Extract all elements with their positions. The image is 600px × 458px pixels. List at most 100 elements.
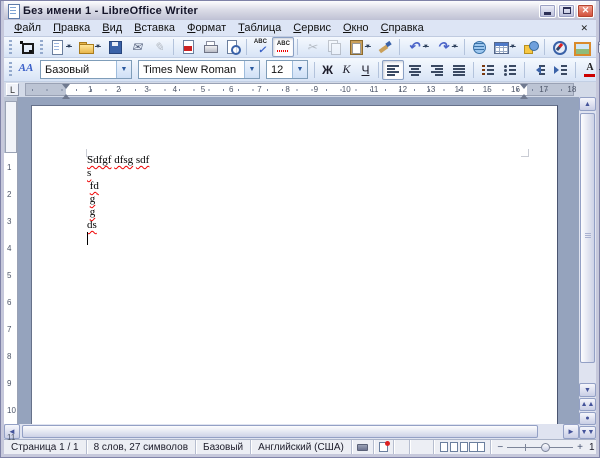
align-justify-button[interactable]: [448, 60, 470, 80]
close-document-icon[interactable]: ✕: [576, 23, 592, 34]
navigator-button[interactable]: [548, 37, 570, 57]
horizontal-scrollbar[interactable]: ◄ ►: [4, 424, 579, 439]
undo-icon: ↶: [406, 39, 422, 55]
application-window: Без имени 1 - LibreOffice Writer ✕ ФайлП…: [0, 0, 600, 458]
horizontal-scroll-track[interactable]: [20, 424, 563, 439]
zoom-slider[interactable]: − +: [491, 440, 589, 454]
document-text[interactable]: Sdfgf dfsg sdfs fd g gds: [87, 154, 149, 232]
drawing-shapes-icon: [522, 39, 538, 55]
zoom-in-icon[interactable]: +: [577, 442, 583, 453]
status-word-count[interactable]: 8 слов, 27 символов: [87, 440, 196, 454]
ruler-number: 9: [7, 379, 11, 388]
menu-item-help[interactable]: Справка: [375, 21, 430, 35]
previous-page-button[interactable]: ▲▲: [579, 398, 596, 411]
document-area[interactable]: Sdfgf dfsg sdfs fd g gds: [18, 97, 579, 424]
data-sources-button[interactable]: [592, 37, 600, 57]
spelling-button[interactable]: [250, 37, 272, 57]
bullet-list-button[interactable]: [499, 60, 521, 80]
drawing-functions-button[interactable]: [519, 37, 541, 57]
email-button[interactable]: ✉: [126, 37, 148, 57]
menu-item-format[interactable]: Формат: [181, 21, 232, 35]
decrease-indent-button[interactable]: [528, 60, 550, 80]
menu-item-table[interactable]: Таблица: [232, 21, 287, 35]
font-color-button[interactable]: А▼: [579, 60, 600, 80]
maximize-button[interactable]: [558, 4, 575, 18]
hyperlink-button[interactable]: [468, 37, 490, 57]
undo-button[interactable]: ↶▼: [403, 37, 432, 57]
view-multi-page-icon[interactable]: [450, 442, 458, 452]
vertical-scrollbar[interactable]: ▲ ▼ ▲▲ ● ▼▼: [579, 97, 596, 439]
status-page-number[interactable]: Страница 1 / 1: [4, 440, 87, 454]
vertical-scroll-track[interactable]: [579, 111, 596, 383]
zoom-slider-knob[interactable]: [541, 443, 550, 452]
view-single-page-icon[interactable]: [440, 442, 448, 452]
zoom-out-icon[interactable]: −: [497, 442, 503, 453]
auto-spellcheck-button[interactable]: [272, 37, 294, 57]
navigation-button[interactable]: ●: [579, 412, 596, 425]
ruler-number: 10: [342, 85, 351, 94]
toolbar-grip[interactable]: [9, 62, 12, 77]
status-paragraph-style[interactable]: Базовый: [196, 440, 251, 454]
chevron-down-icon[interactable]: ▼: [116, 61, 131, 78]
align-left-button[interactable]: [382, 60, 404, 80]
menu-item-edit[interactable]: Правка: [47, 21, 96, 35]
vertical-ruler[interactable]: 1234567891011: [4, 97, 18, 424]
menu-item-tools[interactable]: Сервис: [287, 21, 337, 35]
navigator-compass-icon: [551, 39, 567, 55]
open-button[interactable]: ▼: [75, 37, 104, 57]
gallery-button[interactable]: [570, 37, 592, 57]
status-language[interactable]: Английский (США): [251, 440, 352, 454]
left-indent-marker[interactable]: [62, 84, 70, 93]
toolbar-grip[interactable]: [9, 40, 12, 55]
menu-item-insert[interactable]: Вставка: [128, 21, 181, 35]
numbered-list-button[interactable]: [477, 60, 499, 80]
menu-item-view[interactable]: Вид: [96, 21, 128, 35]
print-button[interactable]: [199, 37, 221, 57]
scroll-right-icon[interactable]: ►: [563, 424, 579, 439]
export-pdf-button[interactable]: [177, 37, 199, 57]
right-indent-marker[interactable]: [520, 84, 528, 93]
underline-button[interactable]: Ч: [356, 60, 375, 79]
zoom-slider-track[interactable]: [507, 447, 573, 448]
document-line: ds: [87, 219, 149, 232]
vertical-scroll-thumb[interactable]: [580, 113, 595, 363]
next-page-button[interactable]: ▼▼: [579, 426, 596, 439]
misspelled-word: fd: [90, 180, 99, 192]
close-button[interactable]: ✕: [577, 4, 594, 18]
align-center-button[interactable]: [404, 60, 426, 80]
horizontal-scroll-thumb[interactable]: [22, 425, 538, 438]
italic-button[interactable]: К: [337, 60, 356, 79]
selection-mode-segment[interactable]: [352, 440, 374, 454]
zoom-value-partial[interactable]: 1: [589, 442, 596, 453]
minimize-button[interactable]: [539, 4, 556, 18]
styles-button[interactable]: АА: [15, 60, 37, 80]
scroll-down-icon[interactable]: ▼: [579, 383, 596, 397]
paragraph-style-combobox[interactable]: Базовый ▼: [40, 60, 132, 79]
tab-stop-selector[interactable]: L: [6, 83, 19, 96]
paste-button[interactable]: ▼: [345, 37, 374, 57]
save-button[interactable]: [104, 37, 126, 57]
toolbar-grip[interactable]: [40, 40, 43, 55]
print-preview-button[interactable]: [221, 37, 243, 57]
redo-button[interactable]: ↷▼: [432, 37, 461, 57]
insert-table-button[interactable]: ▼: [490, 37, 519, 57]
bold-button[interactable]: Ж: [318, 60, 337, 79]
document-modified-segment[interactable]: [374, 440, 394, 454]
menu-item-window[interactable]: Окно: [337, 21, 375, 35]
font-size-combobox[interactable]: 12 ▼: [266, 60, 308, 79]
chevron-down-icon[interactable]: ▼: [244, 61, 259, 78]
font-name-combobox[interactable]: Times New Roman ▼: [138, 60, 260, 79]
clone-formatting-button[interactable]: [374, 37, 396, 57]
horizontal-ruler[interactable]: 123456789101112131415161718: [25, 83, 574, 96]
document-page[interactable]: Sdfgf dfsg sdfs fd g gds: [31, 105, 558, 424]
chevron-down-icon[interactable]: ▼: [292, 61, 307, 78]
toolbar-separator: [524, 62, 525, 78]
increase-indent-button[interactable]: [550, 60, 572, 80]
new-document-button[interactable]: ▼: [46, 37, 75, 57]
align-right-button[interactable]: [426, 60, 448, 80]
menu-item-file[interactable]: Файл: [8, 21, 47, 35]
scroll-up-icon[interactable]: ▲: [579, 97, 596, 111]
font-name-value: Times New Roman: [143, 64, 236, 76]
frame-crop-button[interactable]: [15, 37, 37, 57]
view-book-icon[interactable]: [469, 442, 485, 452]
